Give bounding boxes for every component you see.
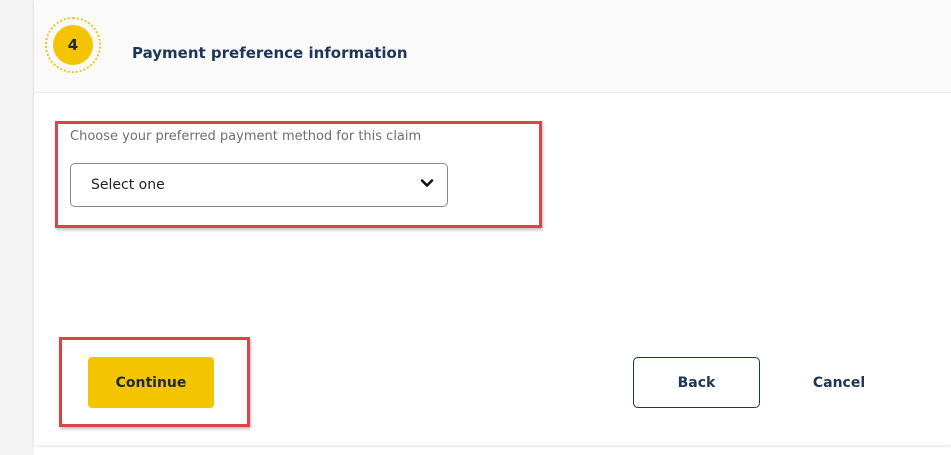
cancel-button[interactable]: Cancel	[804, 357, 874, 408]
step-indicator: 4	[45, 17, 101, 73]
payment-method-select[interactable]: Select one	[70, 163, 448, 207]
chevron-down-icon	[420, 179, 434, 187]
payment-method-label: Choose your preferred payment method for…	[70, 129, 422, 144]
step-header: 4 Payment preference information	[34, 0, 951, 93]
page-left-gutter	[0, 0, 34, 455]
continue-button[interactable]: Continue	[88, 357, 214, 408]
back-button[interactable]: Back	[633, 357, 760, 408]
payment-method-selected-value: Select one	[91, 177, 165, 193]
step-number-badge: 4	[53, 25, 93, 65]
payment-preference-card: 4 Payment preference information Choose …	[34, 0, 951, 445]
step-title: Payment preference information	[132, 44, 408, 62]
